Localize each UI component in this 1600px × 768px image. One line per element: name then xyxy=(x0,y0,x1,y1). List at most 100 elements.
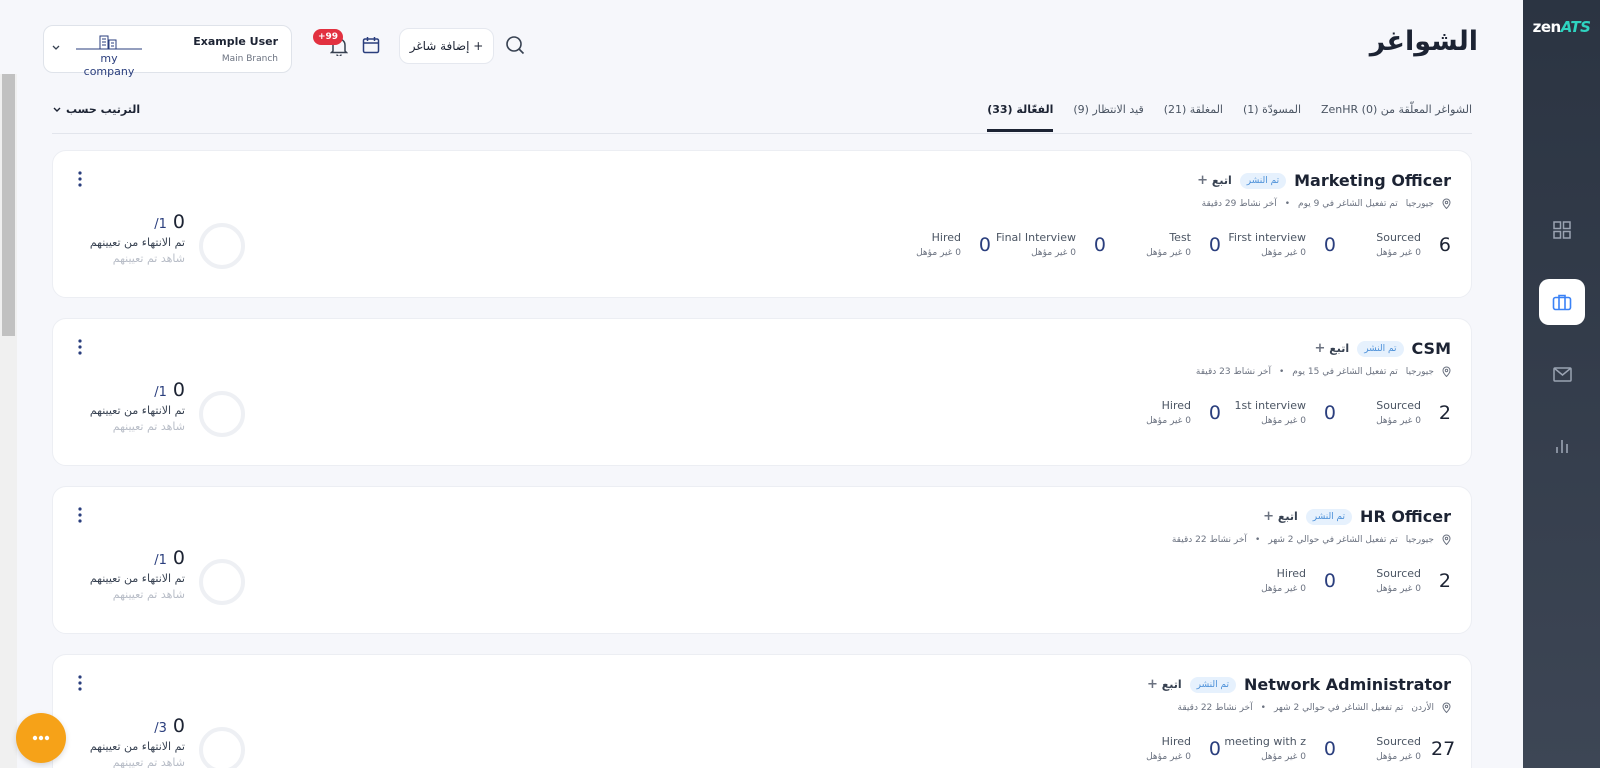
dot-separator: • xyxy=(1260,702,1266,713)
follow-button[interactable]: اتبع + xyxy=(1263,509,1298,524)
view-hired-link[interactable]: شاهد تم تعيينهم xyxy=(75,420,185,433)
hired-label: تم الانتهاء من تعيينهم xyxy=(89,572,185,585)
hired-progress-ring xyxy=(199,223,245,269)
follow-label: اتبع xyxy=(1211,174,1232,187)
pipeline-stage[interactable]: 0 Test 0 غير مؤهل xyxy=(1106,231,1221,258)
follow-button[interactable]: اتبع + xyxy=(1315,341,1350,356)
pipeline-stage[interactable]: 0 meeting with z 0 غير مؤهل xyxy=(1221,735,1336,762)
stage-unqualified: 0 غير مؤهل xyxy=(1376,752,1421,762)
search-button[interactable] xyxy=(505,35,527,57)
hired-summary[interactable]: /3 0 تم الانتهاء من تعيينهم شاهد تم تعيي… xyxy=(75,715,185,768)
hired-summary[interactable]: /1 0 تم الانتهاء من تعيينهم شاهد تم تعيي… xyxy=(75,211,185,265)
stage-name: Sourced xyxy=(1376,567,1421,580)
user-switcher[interactable]: Example User Main Branch my company xyxy=(43,25,292,78)
stage-name: Sourced xyxy=(1376,735,1421,748)
job-card[interactable]: Network Administrator تم النشر اتبع + ال… xyxy=(52,654,1472,768)
view-hired-link[interactable]: شاهد تم تعيينهم xyxy=(75,588,185,601)
vacancies-nav-button[interactable] xyxy=(1539,279,1585,325)
sort-dropdown[interactable]: الترتيب حسب xyxy=(53,103,140,116)
zenats-logo[interactable]: zenATS xyxy=(1523,18,1600,36)
tab-draft[interactable]: المسودّة (1) xyxy=(1243,103,1301,132)
dashboard-nav-button[interactable] xyxy=(1539,207,1585,253)
job-meta: الأردن تم تفعيل الشاغر في حوالي 2 شهر • … xyxy=(1178,702,1451,713)
stage-unqualified: 0 غير مؤهل xyxy=(1031,248,1076,258)
location-pin-icon xyxy=(1442,198,1451,209)
hired-count-row: /1 0 xyxy=(75,547,185,569)
status-badge: تم النشر xyxy=(1189,676,1236,693)
job-menu-button[interactable] xyxy=(77,339,85,357)
view-hired-link[interactable]: شاهد تم تعيينهم xyxy=(75,252,185,265)
calendar-button[interactable] xyxy=(362,36,382,56)
follow-button[interactable]: اتبع + xyxy=(1147,677,1182,692)
stage-name: Hired xyxy=(1276,567,1306,580)
stage-name: Hired xyxy=(1161,399,1191,412)
scrollbar-thumb[interactable] xyxy=(2,74,15,336)
pipeline-stage[interactable]: 27 Sourced 0 غير مؤهل xyxy=(1336,735,1455,762)
pipeline-stage[interactable]: 0 Final Interview 0 غير مؤهل xyxy=(991,231,1106,258)
stage-count: 0 xyxy=(1323,737,1336,760)
job-card[interactable]: Marketing Officer تم النشر اتبع + جيورجي… xyxy=(52,150,1472,298)
messages-nav-button[interactable] xyxy=(1539,351,1585,397)
pipeline-stage[interactable]: 0 Hired 0 غير مؤهل xyxy=(876,231,991,258)
stage-unqualified: 0 غير مؤهل xyxy=(916,248,961,258)
hired-progress-ring xyxy=(199,727,245,768)
briefcase-icon xyxy=(1552,294,1572,311)
tab-active[interactable]: الفعّالة (33) xyxy=(987,103,1054,132)
add-vacancy-button[interactable]: + إضافة شاغر xyxy=(399,28,494,64)
pipeline-stage[interactable]: 2 Sourced 0 غير مؤهل xyxy=(1336,399,1451,426)
pipeline-stage[interactable]: 0 Hired 0 غير مؤهل xyxy=(1106,399,1221,426)
hired-count: 0 xyxy=(172,379,185,401)
job-card[interactable]: CSM تم النشر اتبع + جيورجيا تم تفعيل الش… xyxy=(52,318,1472,466)
job-menu-button[interactable] xyxy=(77,171,85,189)
job-title-row: Marketing Officer تم النشر اتبع + xyxy=(1197,171,1451,190)
job-title[interactable]: CSM xyxy=(1412,339,1451,358)
job-title[interactable]: Network Administrator xyxy=(1244,675,1451,694)
pipeline-stage[interactable]: 0 1st interview 0 غير مؤهل xyxy=(1221,399,1337,426)
stage-unqualified: 0 غير مؤهل xyxy=(1261,584,1306,594)
dot-separator: • xyxy=(1254,534,1261,545)
stage-count: 0 xyxy=(1208,233,1221,256)
pipeline-stage[interactable]: 6 Sourced 0 غير مؤهل xyxy=(1336,231,1451,258)
follow-label: اتبع xyxy=(1161,678,1182,691)
plus-icon: + xyxy=(1197,173,1209,188)
stage-name: Sourced xyxy=(1376,231,1421,244)
pipeline-stage[interactable]: 0 Hired 0 غير مؤهل xyxy=(1221,567,1336,594)
tab-pending[interactable]: قيد الانتظار (9) xyxy=(1073,103,1143,132)
job-title[interactable]: Marketing Officer xyxy=(1294,171,1451,190)
stage-name: First interview xyxy=(1228,231,1306,244)
job-title[interactable]: HR Officer xyxy=(1360,507,1451,526)
tab-zenhr-pending[interactable]: الشواغر المعلّقة من ZenHR (0) xyxy=(1321,103,1472,132)
pipeline-stage[interactable]: 2 Sourced 0 غير مؤهل xyxy=(1336,567,1451,594)
plus-icon: + xyxy=(1263,509,1274,524)
job-location: جيورجيا xyxy=(1405,534,1434,545)
job-last-activity: آخر نشاط 22 دقيقة xyxy=(1177,702,1253,713)
follow-label: اتبع xyxy=(1277,510,1298,523)
chat-fab-button[interactable] xyxy=(16,713,66,763)
job-menu-button[interactable] xyxy=(77,675,85,693)
tab-closed[interactable]: المغلقة (21) xyxy=(1164,103,1223,132)
location-pin-icon xyxy=(1442,702,1451,713)
pipeline-stage[interactable]: 0 First interview 0 غير مؤهل xyxy=(1221,231,1336,258)
status-badge: تم النشر xyxy=(1305,508,1353,525)
grid-icon xyxy=(1553,221,1571,239)
stage-unqualified: 0 غير مؤهل xyxy=(1146,248,1191,258)
scrollbar[interactable] xyxy=(0,74,17,768)
job-card[interactable]: HR Officer تم النشر اتبع + جيورجيا تم تف… xyxy=(52,486,1472,634)
hired-total: /1 xyxy=(154,553,167,568)
reports-nav-button[interactable] xyxy=(1539,423,1585,469)
stage-unqualified: 0 غير مؤهل xyxy=(1261,248,1306,258)
bar-chart-icon xyxy=(1556,440,1568,453)
stage-count: 2 xyxy=(1438,401,1451,424)
hired-summary[interactable]: /1 0 تم الانتهاء من تعيينهم شاهد تم تعيي… xyxy=(75,547,185,601)
notifications-badge: +99 xyxy=(313,29,344,45)
view-hired-link[interactable]: شاهد تم تعيينهم xyxy=(75,756,185,768)
hired-label: تم الانتهاء من تعيينهم xyxy=(89,236,185,249)
job-location: جيورجيا xyxy=(1405,366,1434,377)
follow-button[interactable]: اتبع + xyxy=(1197,173,1232,188)
stage-count: 0 xyxy=(1093,233,1106,256)
job-menu-button[interactable] xyxy=(77,507,85,525)
hired-summary[interactable]: /1 0 تم الانتهاء من تعيينهم شاهد تم تعيي… xyxy=(75,379,185,433)
pipeline-stage[interactable]: 0 Hired 0 غير مؤهل xyxy=(1106,735,1221,762)
stage-name: Hired xyxy=(1161,735,1191,748)
job-location: جيورجيا xyxy=(1405,198,1434,209)
